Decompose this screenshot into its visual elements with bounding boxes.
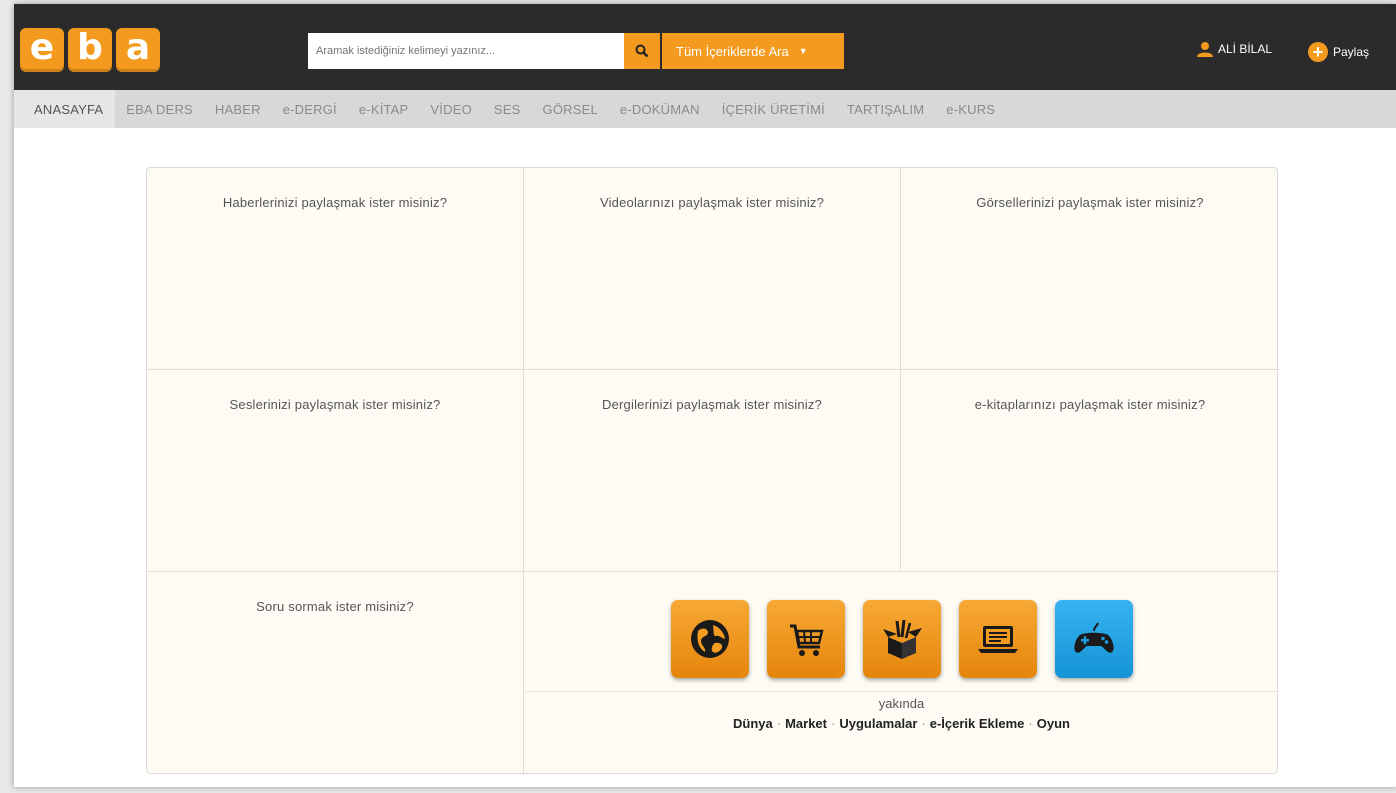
- app-links: Dünya · Market · Uygulamalar · e-İçerik Ekleme…: [524, 716, 1279, 731]
- share-news-prompt: Haberlerinizi paylaşmak ister misiniz?: [222, 195, 448, 210]
- nav-item-tartisalim[interactable]: TARTIŞALIM: [836, 90, 935, 128]
- logo-letter-e: e: [20, 28, 64, 72]
- link-market[interactable]: Market: [785, 716, 827, 731]
- logo-letter-a: a: [116, 28, 160, 72]
- top-bar: e b a Tüm İçeriklerde Ara ▼ ALİ BİLAL + …: [14, 4, 1396, 90]
- share-news-cell[interactable]: Haberlerinizi paylaşmak ister misiniz?: [147, 168, 524, 370]
- nav-item-gorsel[interactable]: GÖRSEL: [532, 90, 609, 128]
- share-sounds-prompt: Seslerinizi paylaşmak ister misiniz?: [229, 397, 441, 412]
- share-sounds-cell[interactable]: Seslerinizi paylaşmak ister misiniz?: [147, 370, 524, 572]
- share-videos-prompt: Videolarınızı paylaşmak ister misiniz?: [599, 195, 825, 210]
- box-icon: [882, 619, 922, 659]
- share-magazines-cell[interactable]: Dergilerinizi paylaşmak ister misiniz?: [524, 370, 901, 572]
- ask-question-prompt: Soru sormak ister misiniz?: [256, 599, 414, 614]
- link-separator: ·: [921, 716, 926, 731]
- share-images-prompt: Görsellerinizi paylaşmak ister misiniz?: [976, 195, 1204, 210]
- share-images-cell[interactable]: Görsellerinizi paylaşmak ister misiniz?: [901, 168, 1279, 370]
- search-scope-label: Tüm İçeriklerde Ara: [676, 43, 789, 59]
- caret-down-icon: ▼: [798, 46, 808, 56]
- dunya-button[interactable]: [670, 600, 749, 678]
- nav-item-haber[interactable]: HABER: [204, 90, 272, 128]
- share-ebooks-prompt: e-kitaplarınızı paylaşmak ister misiniz?: [974, 397, 1206, 412]
- nav-item-anasayfa[interactable]: ANASAYFA: [14, 90, 116, 128]
- laptop-icon: [977, 626, 1018, 653]
- nav-item-e-dergi[interactable]: e-DERGİ: [272, 90, 348, 128]
- uygulamalar-button[interactable]: [862, 600, 941, 678]
- page-frame: e b a Tüm İçeriklerde Ara ▼ ALİ BİLAL + …: [14, 4, 1396, 787]
- share-grid: Haberlerinizi paylaşmak ister misiniz? V…: [146, 167, 1279, 775]
- market-button[interactable]: [766, 600, 845, 678]
- gamepad-icon: [1073, 622, 1114, 653]
- e-icerik-ekleme-button[interactable]: [958, 600, 1037, 678]
- cart-icon: [789, 624, 824, 656]
- search-input[interactable]: [308, 33, 624, 69]
- search-icon: [635, 44, 649, 58]
- nav-item-eba-ders[interactable]: EBA DERS: [115, 90, 204, 128]
- link-separator: ·: [831, 716, 836, 731]
- nav-item-icerik-uretimi[interactable]: İÇERİK ÜRETİMİ: [711, 90, 836, 128]
- user-icon: [1197, 42, 1213, 57]
- link-separator: ·: [1028, 716, 1033, 731]
- share-videos-cell[interactable]: Videolarınızı paylaşmak ister misiniz?: [524, 168, 901, 370]
- share-button[interactable]: + Paylaş: [1308, 42, 1369, 62]
- oyun-button[interactable]: [1054, 600, 1133, 678]
- nav-item-e-kitap[interactable]: e-KİTAP: [348, 90, 420, 128]
- link-separator: ·: [776, 716, 782, 731]
- app-icon-row: [524, 572, 1279, 692]
- globe-icon: [690, 620, 729, 658]
- search-button[interactable]: [624, 33, 660, 69]
- logo-letter-b: b: [68, 28, 112, 72]
- user-menu[interactable]: ALİ BİLAL: [1196, 40, 1272, 58]
- coming-soon-panel: yakında Dünya · Market · Uygulamalar · e-İçeri…: [524, 572, 1279, 775]
- link-oyun[interactable]: Oyun: [1037, 716, 1070, 731]
- nav-item-video[interactable]: VİDEO: [419, 90, 482, 128]
- plus-icon: +: [1308, 42, 1328, 62]
- share-label: Paylaş: [1333, 45, 1370, 59]
- link-uygulamalar[interactable]: Uygulamalar: [839, 716, 917, 731]
- coming-soon-label: yakında: [878, 696, 925, 711]
- link-dunya[interactable]: Dünya: [733, 716, 773, 731]
- ask-question-cell[interactable]: Soru sormak ister misiniz?: [147, 572, 524, 775]
- share-magazines-prompt: Dergilerinizi paylaşmak ister misiniz?: [602, 397, 822, 412]
- eba-logo[interactable]: e b a: [20, 28, 160, 72]
- link-e-icerik-ekleme[interactable]: e-İçerik Ekleme: [930, 716, 1025, 731]
- main-nav: ANASAYFA EBA DERS HABER e-DERGİ e-KİTAP …: [14, 90, 1396, 128]
- nav-item-ses[interactable]: SES: [483, 90, 532, 128]
- search-scope-dropdown[interactable]: Tüm İçeriklerde Ara ▼: [662, 33, 844, 69]
- share-ebooks-cell[interactable]: e-kitaplarınızı paylaşmak ister misiniz?: [901, 370, 1279, 572]
- user-name: ALİ BİLAL: [1218, 42, 1273, 56]
- nav-item-e-kurs[interactable]: e-KURS: [935, 90, 1006, 128]
- nav-item-e-dokuman[interactable]: e-DOKÜMAN: [609, 90, 711, 128]
